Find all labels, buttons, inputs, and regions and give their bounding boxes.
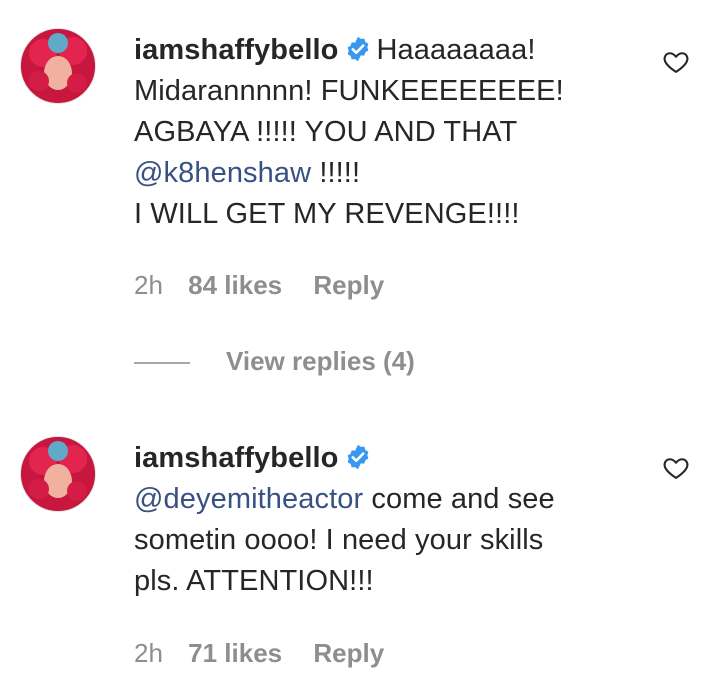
username[interactable]: iamshaffybello	[134, 34, 338, 66]
verified-badge-icon	[348, 444, 369, 470]
verified-badge-icon	[348, 36, 369, 62]
comment-text-line: pls. ATTENTION!!!	[134, 565, 374, 597]
timestamp[interactable]: 2h	[134, 638, 163, 668]
comment-text-line: I WILL GET MY REVENGE!!!!	[134, 198, 520, 230]
avatar[interactable]	[20, 436, 96, 512]
comment-text: iamshaffybello @deyemitheactor come and …	[134, 438, 604, 602]
view-replies-label: View replies (4)	[226, 346, 415, 376]
username[interactable]: iamshaffybello	[134, 442, 338, 474]
likes-count[interactable]: 84 likes	[188, 270, 282, 300]
comment-text-line: Midarannnnn! FUNKEEEEEEEE!	[134, 75, 564, 107]
comment-meta: 2h 84 likes Reply	[134, 270, 402, 301]
view-replies-button[interactable]: View replies (4)	[134, 346, 415, 377]
likes-count[interactable]: 71 likes	[188, 638, 282, 668]
comment-text-line: sometin oooo! I need your skills	[134, 524, 544, 556]
timestamp[interactable]: 2h	[134, 270, 163, 300]
heart-icon[interactable]	[662, 454, 690, 482]
mention-link[interactable]: @deyemitheactor	[134, 483, 363, 515]
comment-text-line: Haaaaaaaa!	[376, 34, 536, 66]
avatar[interactable]	[20, 28, 96, 104]
comment-text-line: !!!!!	[311, 157, 361, 189]
reply-button[interactable]: Reply	[313, 638, 384, 668]
comment-text-line: AGBAYA !!!!! YOU AND THAT	[134, 116, 518, 148]
reply-button[interactable]: Reply	[313, 270, 384, 300]
comment-text-line: come and see	[363, 483, 555, 515]
heart-icon[interactable]	[662, 48, 690, 76]
mention-link[interactable]: @k8henshaw	[134, 157, 311, 189]
comment-meta: 2h 71 likes Reply	[134, 638, 402, 669]
comment-text: iamshaffybello Haaaaaaaa! Midarannnnn! FU…	[134, 30, 604, 235]
divider	[134, 362, 190, 365]
